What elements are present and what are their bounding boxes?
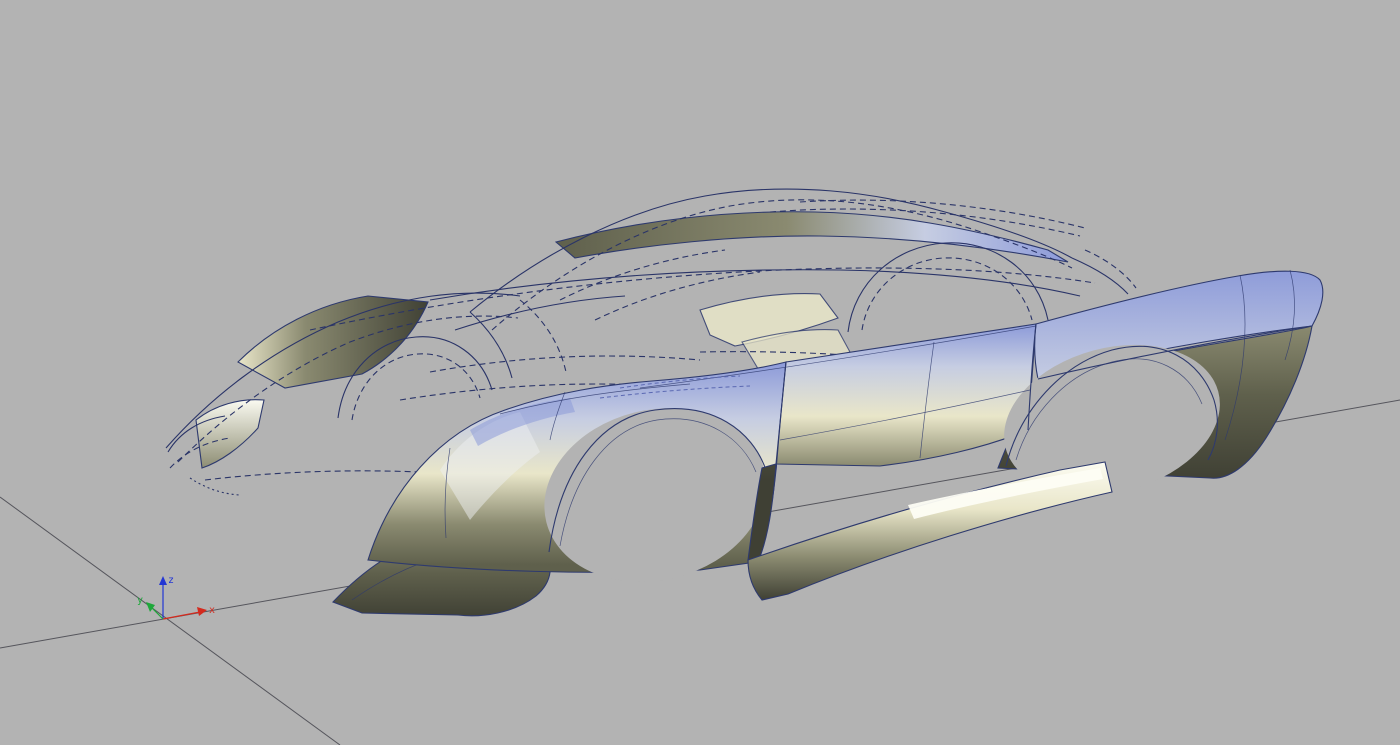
y-axis-label: y [137, 595, 143, 606]
windshield-hidden [520, 300, 566, 372]
x-axis-label: x [209, 605, 215, 616]
z-axis-arrow [159, 576, 167, 585]
tail-curve [1072, 258, 1128, 294]
nose-patch [196, 400, 264, 468]
cowl-curve [455, 296, 625, 330]
3d-perspective-viewport[interactable]: z x y [0, 0, 1400, 745]
x-axis [163, 612, 200, 619]
tail-curve-hidden [1085, 250, 1136, 288]
rear-arch-curve [848, 243, 1048, 332]
z-axis-label: z [168, 575, 174, 586]
canopy-curve [470, 189, 1072, 312]
shoulder-curve [430, 270, 1080, 300]
rear-arch-hidden [862, 258, 1032, 330]
ground-line-y [0, 497, 340, 745]
axis-triad: z x y [137, 575, 215, 619]
y-axis [151, 607, 163, 619]
y-axis-arrow [146, 602, 155, 612]
apillar-curve [470, 312, 512, 378]
front-fender-patch [238, 296, 428, 388]
scene-svg: z x y [0, 0, 1400, 745]
nose-dotted [190, 478, 240, 495]
